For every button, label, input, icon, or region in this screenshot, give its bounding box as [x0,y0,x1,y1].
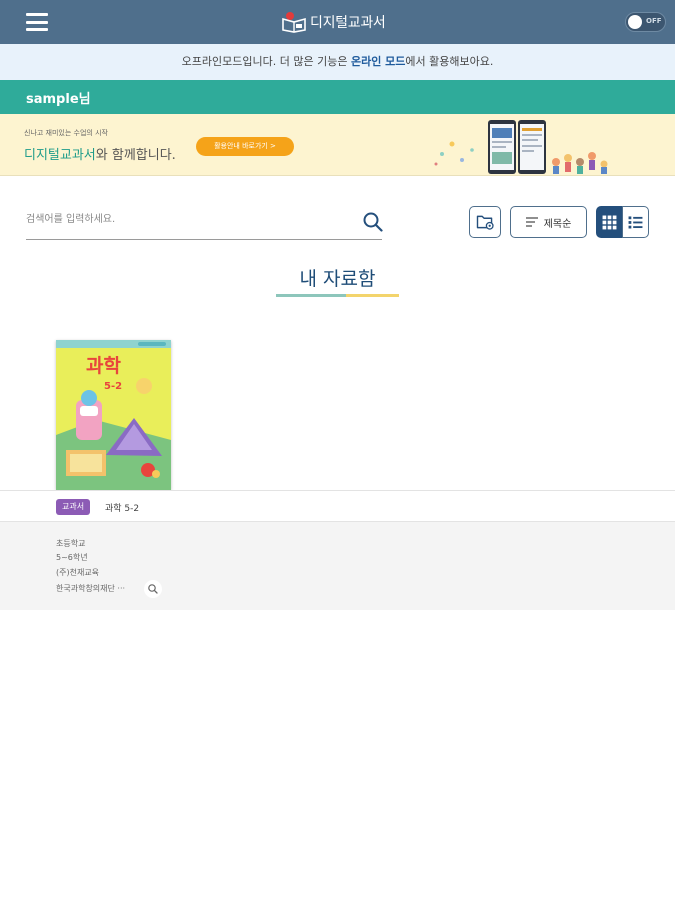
sort-label: 제목순 [543,218,572,230]
title-underline [276,294,399,297]
promo-banner[interactable]: 신나고 재미있는 수업의 시작 디지털교과서와 함께합니다. 활용안내 바로가기… [0,114,675,176]
app-logo: 디지털교과서 [281,10,386,34]
user-bar: sample님 [0,80,675,114]
sort-lines-icon [525,217,538,227]
book-author: 한국과학창의재단 ··· [56,584,126,593]
book-info-panel: 초등학교 5~6학년 (주)천재교육 한국과학창의재단 ··· [0,522,675,610]
grid-icon [602,215,617,230]
user-name: sample님 [26,92,91,107]
folder-settings-button[interactable] [469,206,501,238]
page-title: 내 자료함 [299,268,376,290]
menu-icon[interactable] [26,13,48,31]
cover-grade: 5-2 [104,381,122,392]
cover-title: 과학 [86,355,121,377]
banner-subtitle: 신나고 재미있는 수업의 시작 [24,129,108,137]
notice-text-after: 에서 활용해보아요. [405,55,494,68]
sort-by-title-button[interactable]: 제목순 [510,206,587,238]
grid-view-button[interactable] [596,206,623,238]
offline-mode-toggle[interactable]: OFF [625,12,666,32]
list-view-button[interactable] [622,206,649,238]
book-cover[interactable]: 과학 5-2 [56,340,171,490]
book-publisher: (주)천재교육 [56,568,100,577]
book-cover-illustration: 과학 5-2 [56,340,171,490]
online-mode-link[interactable]: 온라인 모드 [351,55,405,68]
search-input[interactable] [26,206,346,232]
book-grade: 5~6학년 [56,553,88,562]
top-bar: 디지털교과서 OFF [0,0,675,44]
magnifier-icon [148,584,158,594]
list-icon [628,216,643,229]
banner-title-highlight: 디지털교과서 [24,148,96,163]
textbook-badge: 교과서 [56,499,91,515]
banner-title: 디지털교과서와 함께합니다. [24,144,176,163]
book-title[interactable]: 과학 5-2 [105,501,139,514]
banner-illustration [434,120,608,174]
book-meta-bar: 교과서 과학 5-2 [0,490,675,522]
banner-title-rest: 와 함께합니다. [95,148,176,163]
book-logo-icon [282,12,306,33]
app-title: 디지털교과서 [310,15,386,31]
notice-text-before: 오프라인모드입니다. 더 많은 기능은 [181,55,351,68]
book-search-button[interactable] [144,580,162,598]
offline-notice: 오프라인모드입니다. 더 많은 기능은 온라인 모드에서 활용해보아요. [0,44,675,80]
book-school: 초등학교 [56,539,86,548]
folder-gear-icon [476,215,494,230]
toggle-label: OFF [646,17,662,25]
search-bar [26,202,382,240]
guide-link-button[interactable]: 활용안내 바로가기 > [196,137,294,156]
search-icon[interactable] [362,211,384,233]
